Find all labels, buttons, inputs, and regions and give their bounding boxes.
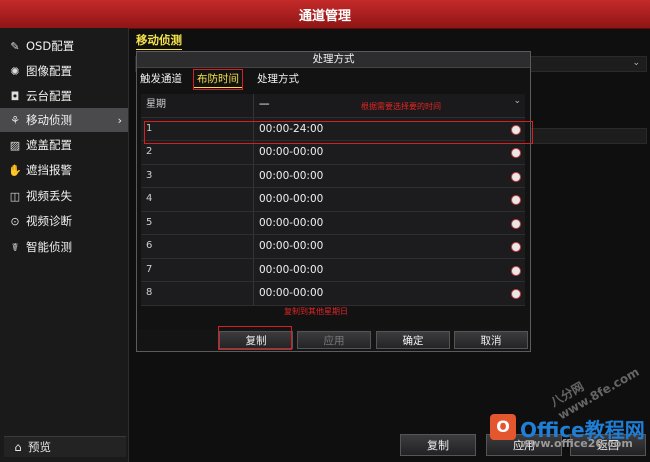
cancel-button[interactable]: 取消 — [454, 331, 528, 349]
weekday-row[interactable]: 星期 一 根据需要选择要的时间 ⌄ — [141, 94, 525, 118]
preview-button[interactable]: ⌂ 预览 — [4, 436, 126, 457]
tab-arming-schedule[interactable]: 布防时间 — [194, 71, 242, 88]
table-row[interactable]: 3 00:00-00:00 — [141, 164, 525, 188]
image-settings-icon: ✺ — [10, 64, 20, 78]
table-row[interactable]: 2 00:00-00:00 — [141, 141, 525, 165]
clock-icon[interactable] — [511, 289, 521, 299]
handling-dialog: 处理方式 触发通道 布防时间 处理方式 星期 一 根据需要选择要的时间 ⌄ 1 … — [136, 51, 533, 352]
motion-detect-icon: ⚘ — [10, 113, 20, 127]
ok-button[interactable]: 确定 — [376, 331, 450, 349]
video-loss-icon: ◫ — [9, 189, 21, 203]
sidebar-item-smart[interactable]: ☤ 智能侦测 — [0, 235, 128, 259]
period-number: 8 — [141, 282, 254, 305]
table-row[interactable]: 4 00:00-00:00 — [141, 188, 525, 212]
sidebar: ✎ OSD配置 ✺ 图像配置 ◘ 云台配置 ⚘ 移动侦测 › ▨ 遮盖配置 ✋ … — [0, 28, 129, 462]
dialog-button-bar: 复制 应用 确定 取消 — [137, 329, 530, 351]
table-row[interactable]: 6 00:00-00:00 — [141, 235, 525, 259]
sidebar-item-diagnose[interactable]: ⊙ 视频诊断 — [0, 209, 128, 233]
period-time[interactable]: 00:00-00:00 — [259, 212, 323, 234]
dialog-tabs: 触发通道 布防时间 处理方式 — [137, 68, 530, 90]
chevron-right-icon: › — [117, 113, 122, 127]
table-row[interactable]: 5 00:00-00:00 — [141, 211, 525, 235]
table-row[interactable]: 7 00:00-00:00 — [141, 258, 525, 282]
sidebar-item-label: 移动侦测 — [26, 113, 72, 127]
sidebar-item-label: 云台配置 — [26, 89, 72, 103]
sidebar-item-label: 智能侦测 — [26, 240, 72, 254]
sidebar-item-tamper[interactable]: ✋ 遮挡报警 — [0, 158, 128, 182]
tab-handling[interactable]: 处理方式 — [254, 71, 302, 87]
period-time[interactable]: 00:00-00:00 — [259, 141, 323, 163]
period-number: 4 — [141, 188, 254, 211]
pencil-icon: ✎ — [10, 39, 20, 53]
tab-trigger-channel[interactable]: 触发通道 — [137, 71, 185, 87]
period-number: 5 — [141, 211, 254, 234]
chevron-down-icon: ⌄ — [632, 58, 640, 68]
background-field — [529, 128, 647, 144]
sidebar-item-ptz[interactable]: ◘ 云台配置 — [0, 84, 128, 108]
chevron-down-icon: ⌄ — [513, 96, 521, 106]
period-time[interactable]: 00:00-00:00 — [259, 282, 323, 304]
period-number: 2 — [141, 141, 254, 164]
sidebar-item-label: OSD配置 — [26, 39, 75, 53]
clock-icon[interactable] — [511, 218, 521, 229]
sidebar-item-image[interactable]: ✺ 图像配置 — [0, 59, 128, 83]
period-time[interactable]: 00:00-00:00 — [259, 235, 323, 257]
page-title: 移动侦测 — [136, 32, 182, 50]
period-time[interactable]: 00:00-00:00 — [259, 259, 323, 281]
footer-copy-button[interactable]: 复制 — [400, 434, 476, 456]
table-row[interactable]: 8 00:00-00:00 — [141, 282, 525, 306]
clock-icon[interactable] — [511, 195, 521, 205]
sidebar-item-motion[interactable]: ⚘ 移动侦测 › — [0, 108, 128, 132]
home-icon: ⌂ — [14, 440, 22, 454]
period-number: 6 — [141, 235, 254, 258]
sidebar-item-mask[interactable]: ▨ 遮盖配置 — [0, 133, 128, 157]
clock-icon[interactable] — [511, 171, 521, 182]
schedule-table: 星期 一 根据需要选择要的时间 ⌄ 1 00:00-24:00 2 00:00-… — [141, 94, 525, 306]
table-row[interactable]: 1 00:00-24:00 — [141, 117, 525, 141]
diagnose-icon: ⊙ — [10, 214, 20, 228]
sidebar-item-label: 图像配置 — [26, 64, 72, 78]
period-time[interactable]: 00:00-00:00 — [259, 188, 323, 210]
smart-detect-icon: ☤ — [11, 240, 19, 254]
sidebar-item-osd[interactable]: ✎ OSD配置 — [0, 34, 128, 58]
weekday-label: 星期 — [141, 94, 254, 117]
sidebar-item-label: 视频丢失 — [26, 189, 72, 203]
weekday-select[interactable]: 一 — [259, 94, 270, 116]
period-number: 1 — [141, 117, 254, 140]
annotation-select-time: 根据需要选择要的时间 — [361, 102, 441, 111]
period-number: 3 — [141, 164, 254, 187]
preview-label: 预览 — [28, 440, 51, 454]
annotation-copy-hint: 复制到其他星期日 — [284, 307, 348, 316]
clock-icon[interactable] — [511, 242, 521, 252]
hand-icon: ✋ — [8, 163, 22, 177]
sidebar-item-label: 遮挡报警 — [26, 163, 72, 177]
footer-back-button[interactable]: 返回 — [570, 434, 646, 456]
apply-button[interactable]: 应用 — [297, 331, 371, 349]
period-number: 7 — [141, 258, 254, 281]
clock-icon[interactable] — [511, 265, 521, 276]
sidebar-item-label: 遮盖配置 — [26, 138, 72, 152]
sidebar-item-video-loss[interactable]: ◫ 视频丢失 — [0, 184, 128, 208]
period-time[interactable]: 00:00-00:00 — [259, 165, 323, 187]
dialog-title: 处理方式 — [137, 52, 530, 68]
window-title: 通道管理 — [0, 0, 650, 29]
period-time[interactable]: 00:00-24:00 — [259, 118, 323, 140]
clock-icon[interactable] — [511, 124, 521, 135]
copy-button[interactable]: 复制 — [219, 331, 293, 349]
clock-icon[interactable] — [511, 148, 521, 158]
ptz-icon: ◘ — [10, 89, 20, 103]
mask-icon: ▨ — [9, 138, 21, 152]
office-logo-icon: O — [490, 414, 516, 440]
sidebar-item-label: 视频诊断 — [26, 214, 72, 228]
